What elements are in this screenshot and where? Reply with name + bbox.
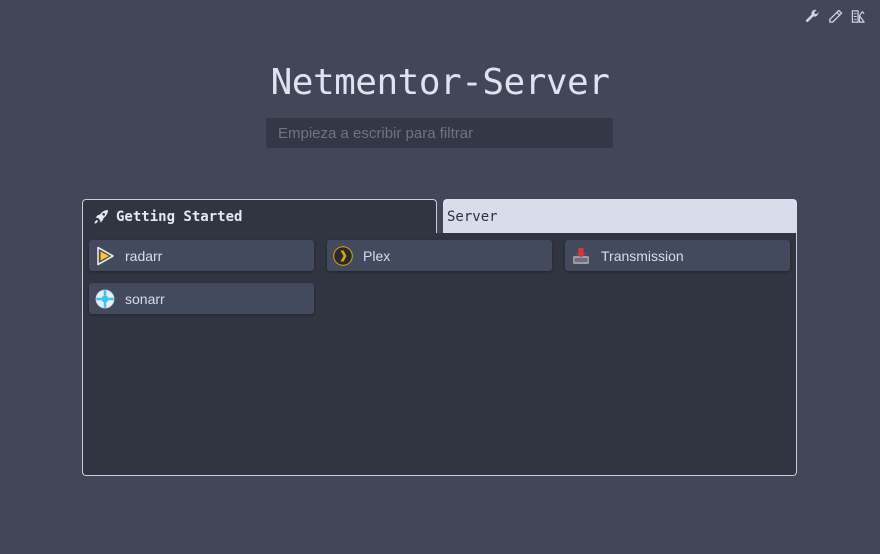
app-tile-sonarr[interactable]: sonarr [89,283,314,314]
page-title: Netmentor-Server [270,62,610,103]
tab-label: Server [447,208,498,225]
layout-icon[interactable] [850,8,866,24]
plex-icon [333,245,353,266]
tab-panel: radarr Plex Transmission sonarr [82,233,797,476]
tab-label: Getting Started [116,209,243,225]
app-label: Plex [363,247,391,264]
search-input[interactable] [266,118,613,148]
app-label: Transmission [601,247,684,264]
app-tile-transmission[interactable]: Transmission [565,240,790,271]
app-label: radarr [125,247,163,264]
app-label: sonarr [125,290,165,307]
app-tile-plex[interactable]: Plex [327,240,552,271]
tab-getting-started[interactable]: Getting Started [82,199,437,234]
top-toolbar [804,8,866,24]
rocket-icon [94,210,108,224]
sonarr-icon [95,289,115,309]
app-tile-radarr[interactable]: radarr [89,240,314,271]
tab-server[interactable]: Server [443,199,797,234]
radarr-icon [95,246,115,266]
wrench-icon[interactable] [804,8,820,24]
tab-bar: Getting Started Server [82,199,797,234]
pencil-icon[interactable] [827,8,843,24]
transmission-icon [571,246,591,266]
